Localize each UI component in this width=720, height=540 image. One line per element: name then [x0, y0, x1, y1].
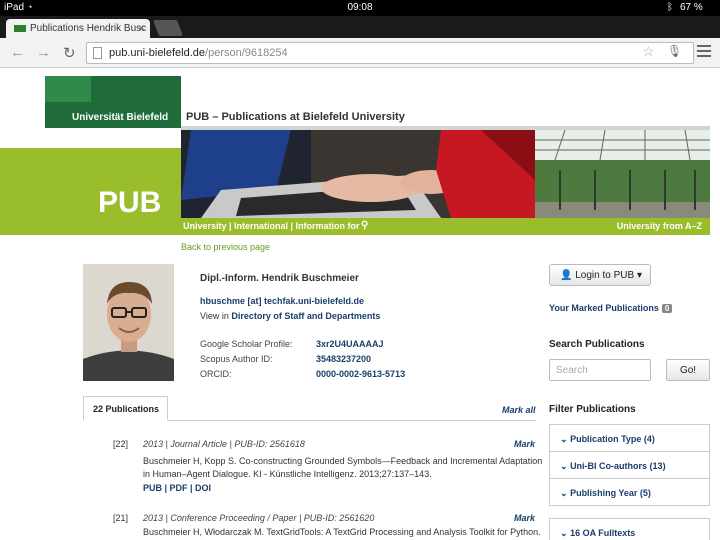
bookmark-star-icon[interactable]: ☆: [642, 43, 655, 60]
header-nav: University | International | Information…: [181, 218, 535, 235]
profile-photo: [83, 264, 174, 381]
mark-all-link[interactable]: Mark all: [502, 405, 536, 415]
caret-down-icon: ▾: [636, 270, 642, 281]
mark-link[interactable]: Mark: [514, 439, 535, 449]
chevron-down-icon: ⌄: [560, 488, 568, 498]
orcid-label: ORCID:: [200, 369, 232, 379]
browser-toolbar: ← → ↻ pub.uni-bielefeld.de/person/961825…: [0, 38, 720, 68]
pub-number: [22]: [113, 439, 129, 449]
microphone-icon[interactable]: 🎙: [667, 44, 682, 58]
page-icon: [93, 47, 102, 59]
tab-publications[interactable]: 22 Publications: [83, 396, 168, 421]
filter-co-authors[interactable]: ⌄ Uni-BI Co-authors (13): [550, 452, 709, 479]
chevron-down-icon: ⌄: [560, 528, 568, 538]
az-link[interactable]: University from A–Z: [535, 218, 710, 235]
url-host: pub.uni-bielefeld.de: [109, 47, 206, 59]
header-photo-campus: [535, 130, 710, 218]
favicon-icon: [14, 25, 26, 32]
filter-publishing-year[interactable]: ⌄ Publishing Year (5): [550, 479, 709, 506]
forward-arrow-icon[interactable]: →: [36, 44, 51, 61]
search-icon[interactable]: ⚲: [361, 220, 368, 231]
profile-email[interactable]: hbuschme [at] techfak.uni-bielefeld.de: [200, 296, 364, 306]
menu-icon[interactable]: [697, 45, 711, 60]
pub-links[interactable]: PUB | PDF | DOI: [143, 483, 211, 493]
go-button[interactable]: Go!: [666, 359, 710, 381]
back-arrow-icon[interactable]: ←: [10, 44, 25, 61]
chevron-down-icon: ⌄: [560, 461, 568, 471]
filter-publication-type[interactable]: ⌄ Publication Type (4): [550, 425, 709, 452]
clock: 09:08: [347, 2, 373, 13]
close-icon[interactable]: ×: [138, 21, 145, 35]
browser-tab-bar: Publications Hendrik Busc ×: [0, 16, 720, 38]
filter-heading: Filter Publications: [549, 404, 636, 415]
filter-oa-fulltexts[interactable]: ⌄ 16 OA Fulltexts: [549, 518, 710, 540]
orcid-value[interactable]: 0000-0002-9613-5713: [316, 369, 405, 379]
tab-title: Publications Hendrik Busc: [30, 23, 147, 34]
reload-icon[interactable]: ↻: [63, 44, 76, 62]
status-bar: iPad ◔ 09:08 ᛒ 67 %: [0, 0, 720, 16]
new-tab-button[interactable]: [153, 20, 183, 36]
browser-tab[interactable]: Publications Hendrik Busc ×: [6, 19, 150, 38]
header-photo-laptop: [181, 130, 535, 218]
brand-logo[interactable]: PUB: [98, 186, 161, 220]
url-path: /person/9618254: [205, 47, 288, 59]
google-scholar-value[interactable]: 3xr2U4UAAAAJ: [316, 339, 384, 349]
pub-citation: in Human–Agent Dialogue. KI - Künstliche…: [143, 469, 432, 479]
pub-number: [21]: [113, 513, 129, 523]
bluetooth-icon: ᛒ: [667, 2, 673, 13]
login-button[interactable]: 👤 Login to PUB ▾: [549, 264, 651, 286]
marked-count-badge: 0: [661, 304, 673, 313]
mark-link[interactable]: Mark: [514, 513, 535, 523]
google-scholar-label: Google Scholar Profile:: [200, 339, 293, 349]
logo-text: Universität Bielefeld: [72, 112, 169, 123]
site-title: PUB – Publications at Bielefeld Universi…: [186, 111, 405, 123]
battery-level: 67 %: [680, 2, 703, 13]
directory-link-row: View in Directory of Staff and Departmen…: [200, 311, 381, 321]
scopus-label: Scopus Author ID:: [200, 354, 273, 364]
pub-citation: Buschmeier H, Włodarczak M. TextGridTool…: [143, 527, 541, 537]
pub-meta: 2013 | Journal Article | PUB-ID: 2561618: [143, 439, 305, 449]
directory-link[interactable]: Directory of Staff and Departments: [231, 311, 380, 321]
user-icon: 👤: [560, 270, 573, 281]
search-input[interactable]: [549, 359, 651, 381]
scopus-value[interactable]: 35483237200: [316, 354, 371, 364]
chevron-down-icon: ⌄: [560, 434, 568, 444]
nav-links[interactable]: University | International | Information…: [183, 221, 360, 231]
search-heading: Search Publications: [549, 339, 645, 350]
filter-panel: ⌄ Publication Type (4) ⌄ Uni-BI Co-autho…: [549, 424, 710, 506]
back-link[interactable]: Back to previous page: [181, 242, 270, 252]
pub-meta: 2013 | Conference Proceeding / Paper | P…: [143, 513, 375, 523]
profile-name: Dipl.-Inform. Hendrik Buschmeier: [200, 273, 359, 284]
address-bar[interactable]: pub.uni-bielefeld.de/person/9618254: [86, 42, 694, 64]
pub-citation: Buschmeier H, Kopp S. Co-constructing Gr…: [143, 456, 543, 466]
marked-publications-link[interactable]: Your Marked Publications 0: [549, 303, 673, 313]
